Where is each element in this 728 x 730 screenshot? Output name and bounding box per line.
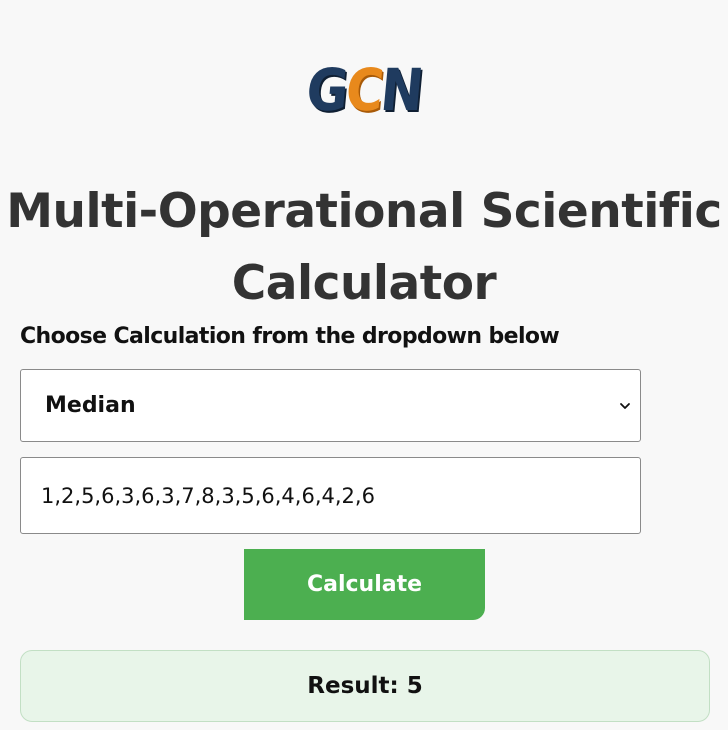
result-text: Result: 5 [307, 673, 423, 699]
chevron-down-icon [620, 402, 630, 409]
calculate-button[interactable]: Calculate [244, 549, 485, 620]
calculation-select[interactable]: Median [20, 369, 641, 442]
logo-wordmark: G C N [303, 56, 425, 124]
numbers-input[interactable] [20, 457, 641, 534]
logo-letter-n: N [377, 56, 425, 124]
result-box: Result: 5 [20, 650, 710, 722]
dropdown-instruction: Choose Calculation from the dropdown bel… [20, 324, 560, 349]
logo-letter-c: C [343, 56, 385, 124]
gcn-logo: G C N [0, 56, 728, 124]
logo-letter-g: G [303, 56, 350, 124]
calculation-select-value: Median [45, 393, 136, 418]
page-title: Multi-Operational Scientific Calculator [6, 184, 722, 311]
